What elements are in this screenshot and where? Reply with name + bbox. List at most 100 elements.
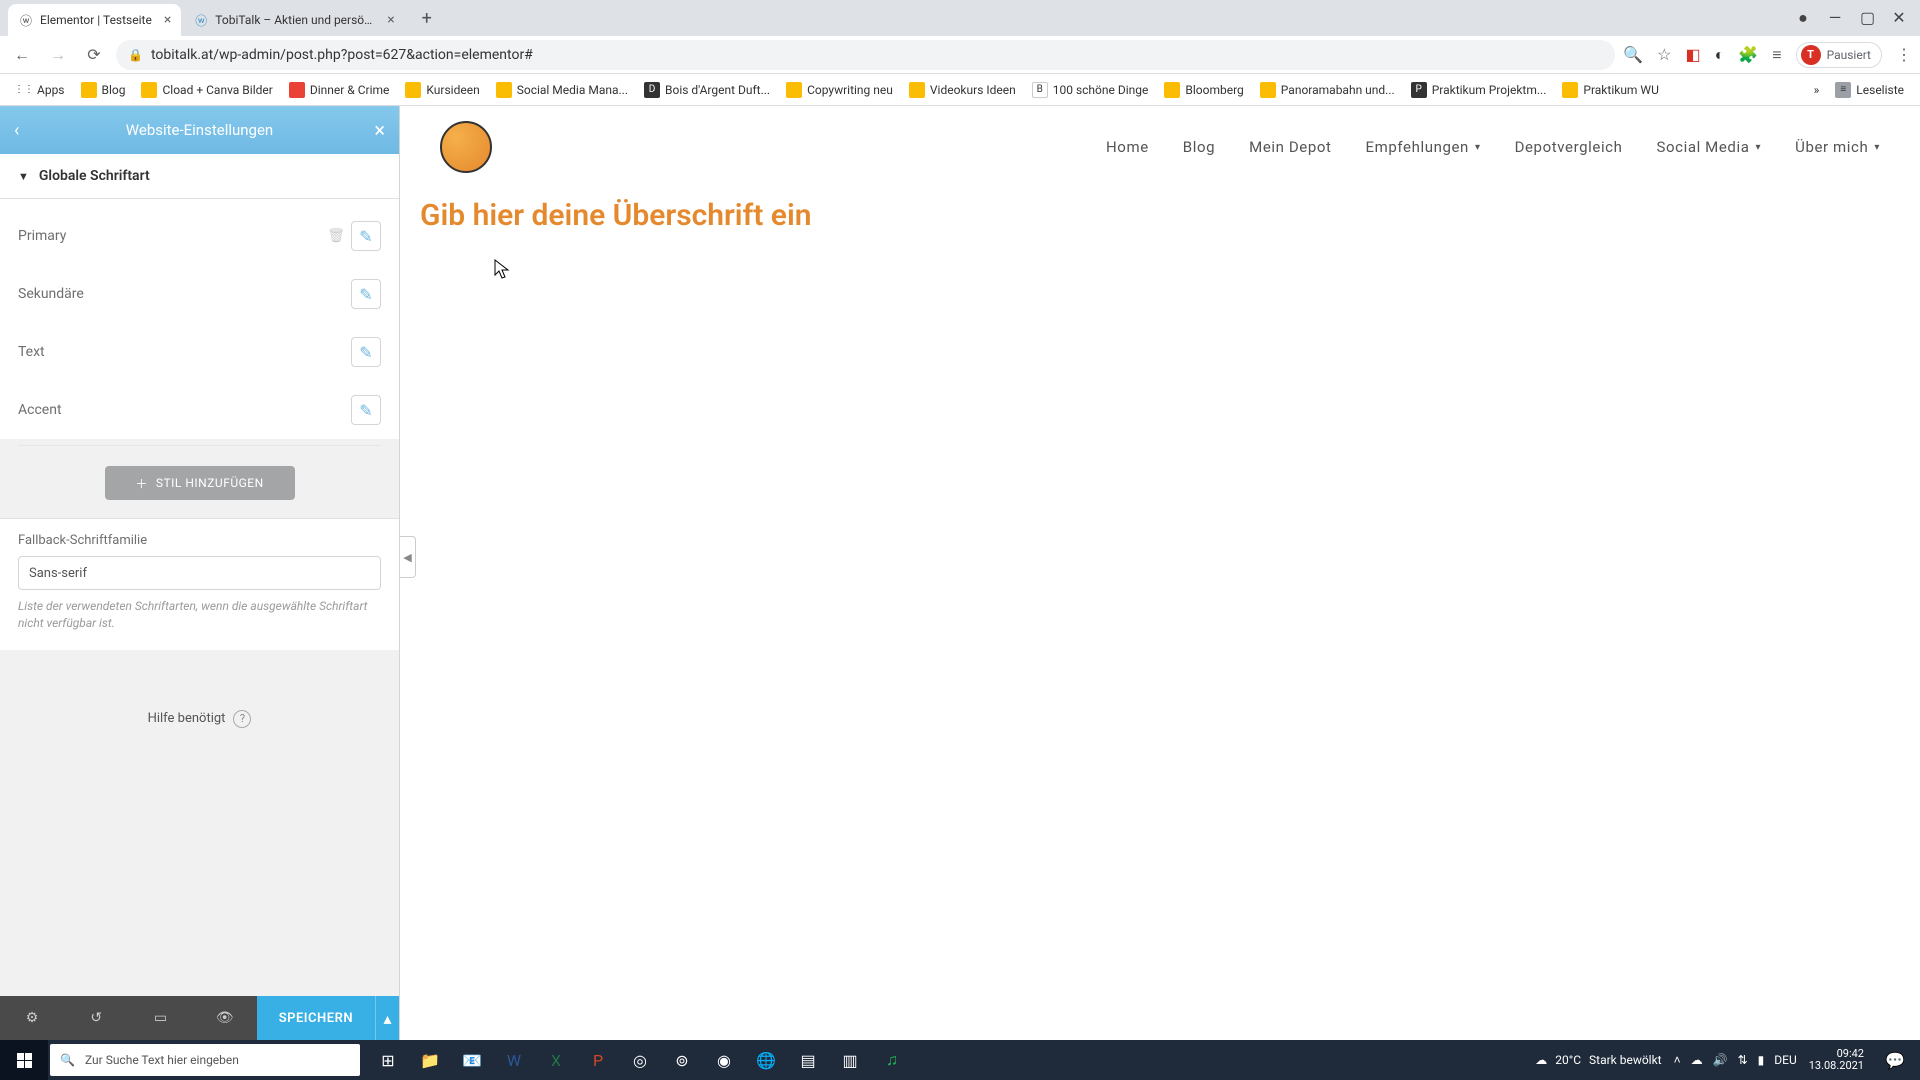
excel-icon[interactable]: X xyxy=(536,1040,576,1080)
nav-blog[interactable]: Blog xyxy=(1183,138,1215,156)
browser-chrome: ⓦ Elementor | Testseite × ⓦ TobiTalk – A… xyxy=(0,0,1920,106)
bookmark-item[interactable]: Panoramabahn und... xyxy=(1254,79,1401,101)
folder-icon xyxy=(141,82,157,98)
notifications-icon[interactable]: 💬 xyxy=(1876,1051,1914,1070)
minimize-icon[interactable]: — xyxy=(1828,8,1842,28)
wifi-icon[interactable]: ⇅ xyxy=(1738,1053,1748,1067)
chevron-up-icon[interactable]: ˄ xyxy=(1674,1053,1681,1067)
site-icon: D xyxy=(644,82,660,98)
obs-icon[interactable]: ⊚ xyxy=(662,1040,702,1080)
bookmark-item[interactable]: Dinner & Crime xyxy=(283,79,396,101)
edit-button[interactable]: ✎ xyxy=(351,395,381,425)
question-icon: ? xyxy=(233,710,251,728)
save-button[interactable]: SPEICHERN xyxy=(257,996,375,1040)
bookmark-item[interactable]: Copywriting neu xyxy=(780,79,899,101)
add-style-button[interactable]: ＋ STIL HINZUFÜGEN xyxy=(105,466,295,500)
app-icon-2[interactable]: ▤ xyxy=(788,1040,828,1080)
task-view-icon[interactable]: ⊞ xyxy=(368,1040,408,1080)
bookmark-item[interactable]: Praktikum WU xyxy=(1556,79,1664,101)
close-icon[interactable]: × xyxy=(164,12,171,28)
clock[interactable]: 09:42 13.08.2021 xyxy=(1809,1048,1864,1072)
bookmark-apps[interactable]: ⋮⋮Apps xyxy=(10,79,71,101)
reading-list[interactable]: ≡Leseliste xyxy=(1829,79,1910,101)
help-link[interactable]: Hilfe benötigt ? xyxy=(0,650,399,788)
bookmark-item[interactable]: Bloomberg xyxy=(1158,79,1249,101)
bookmark-item[interactable]: Cload + Canva Bilder xyxy=(135,79,278,101)
maximize-icon[interactable]: ▢ xyxy=(1860,8,1874,28)
powerpoint-icon[interactable]: P xyxy=(578,1040,618,1080)
star-icon[interactable]: ☆ xyxy=(1657,45,1671,64)
cloud-sync-icon[interactable]: ☁ xyxy=(1691,1053,1703,1067)
list-icon[interactable]: ≡ xyxy=(1772,45,1781,65)
spotify-icon[interactable]: ♫ xyxy=(872,1040,912,1080)
zoom-icon[interactable]: 🔍 xyxy=(1623,45,1643,64)
settings-icon[interactable]: ⚙ xyxy=(0,1010,64,1026)
bookmark-item[interactable]: DBois d'Argent Duft... xyxy=(638,79,776,101)
history-icon[interactable]: ↺ xyxy=(64,1010,128,1026)
close-icon[interactable]: × xyxy=(387,12,394,28)
edge-icon[interactable]: 🌐 xyxy=(746,1040,786,1080)
paused-label: Pausiert xyxy=(1827,48,1871,62)
bookmark-item[interactable]: Kursideen xyxy=(399,79,485,101)
settings-dot-icon[interactable]: ● xyxy=(1796,8,1810,28)
page-heading[interactable]: Gib hier deine Überschrift ein xyxy=(408,188,1920,233)
nav-empfehlungen[interactable]: Empfehlungen▾ xyxy=(1366,138,1481,156)
bookmark-item[interactable]: Videokurs Ideen xyxy=(903,79,1022,101)
responsive-icon[interactable]: ▭ xyxy=(128,1010,192,1026)
site-logo[interactable] xyxy=(440,121,492,173)
chevron-down-icon: ▾ xyxy=(1874,142,1880,153)
close-window-icon[interactable]: ✕ xyxy=(1892,8,1906,28)
bookmark-item[interactable]: PPraktikum Projektm... xyxy=(1405,79,1553,101)
bookmark-item[interactable]: B100 schöne Dinge xyxy=(1026,79,1155,101)
battery-icon[interactable]: ▮ xyxy=(1758,1053,1765,1067)
nav-social[interactable]: Social Media▾ xyxy=(1657,138,1762,156)
fallback-section: Fallback-Schriftfamilie Liste der verwen… xyxy=(0,518,399,650)
tab-inactive[interactable]: ⓦ TobiTalk – Aktien und persönliche × xyxy=(183,4,404,36)
font-row-primary: Primary 🗑 ✎ xyxy=(18,207,381,265)
collapse-panel-button[interactable]: ◀ xyxy=(400,536,416,578)
tab-active[interactable]: ⓦ Elementor | Testseite × xyxy=(8,4,181,36)
taskbar-search[interactable]: 🔍 Zur Suche Text hier eingeben xyxy=(50,1044,360,1076)
panel-title: Website-Einstellungen xyxy=(38,121,361,139)
edit-button[interactable]: ✎ xyxy=(351,279,381,309)
nav-depot[interactable]: Mein Depot xyxy=(1249,138,1331,156)
bookmarks-bar: ⋮⋮Apps Blog Cload + Canva Bilder Dinner … xyxy=(0,74,1920,106)
nav-home[interactable]: Home xyxy=(1106,138,1149,156)
weather-widget[interactable]: ☁ 20°C Stark bewölkt xyxy=(1535,1053,1661,1067)
language-indicator[interactable]: DEU xyxy=(1774,1053,1796,1067)
chrome-icon[interactable]: ◉ xyxy=(704,1040,744,1080)
bookmark-item[interactable]: Social Media Mana... xyxy=(490,79,634,101)
puzzle-icon[interactable]: 🧩 xyxy=(1738,45,1758,64)
reload-button[interactable]: ⟳ xyxy=(80,41,108,69)
url-input[interactable]: 🔒 tobitalk.at/wp-admin/post.php?post=627… xyxy=(116,40,1615,70)
app-icon-3[interactable]: ▥ xyxy=(830,1040,870,1080)
system-tray: ˄ ☁ 🔊 ⇅ ▮ DEU xyxy=(1674,1053,1797,1067)
back-icon[interactable]: ‹ xyxy=(14,120,38,141)
preview-icon[interactable]: 👁 xyxy=(193,1010,257,1026)
edit-button[interactable]: ✎ xyxy=(351,221,381,251)
fallback-input[interactable] xyxy=(18,556,381,590)
volume-icon[interactable]: 🔊 xyxy=(1713,1053,1728,1067)
bookmark-item[interactable]: Blog xyxy=(75,79,132,101)
menu-icon[interactable]: ⋮ xyxy=(1896,45,1912,64)
extension-icon[interactable]: ◧ xyxy=(1686,45,1701,64)
start-button[interactable] xyxy=(0,1040,48,1080)
edit-button[interactable]: ✎ xyxy=(351,337,381,367)
overflow-icon[interactable]: » xyxy=(1814,83,1820,97)
close-icon[interactable]: × xyxy=(361,118,385,142)
back-button[interactable]: ← xyxy=(8,41,36,69)
app-icon[interactable]: ◎ xyxy=(620,1040,660,1080)
help-label: Hilfe benötigt xyxy=(148,711,226,726)
section-toggle[interactable]: ▼ Globale Schriftart xyxy=(0,154,399,199)
explorer-icon[interactable]: 📁 xyxy=(410,1040,450,1080)
new-tab-button[interactable]: + xyxy=(413,4,441,32)
delete-icon[interactable]: 🗑 xyxy=(327,228,345,244)
word-icon[interactable]: W xyxy=(494,1040,534,1080)
nav-ueber[interactable]: Über mich▾ xyxy=(1795,138,1880,156)
save-options-button[interactable]: ▴ xyxy=(375,996,399,1040)
tab-title: TobiTalk – Aktien und persönliche xyxy=(215,13,375,27)
extension-icon-2[interactable]: ◐ xyxy=(1715,45,1725,65)
nav-depotvergleich[interactable]: Depotvergleich xyxy=(1515,138,1623,156)
profile-paused[interactable]: T Pausiert xyxy=(1796,42,1882,68)
mail-icon[interactable]: 📧 xyxy=(452,1040,492,1080)
